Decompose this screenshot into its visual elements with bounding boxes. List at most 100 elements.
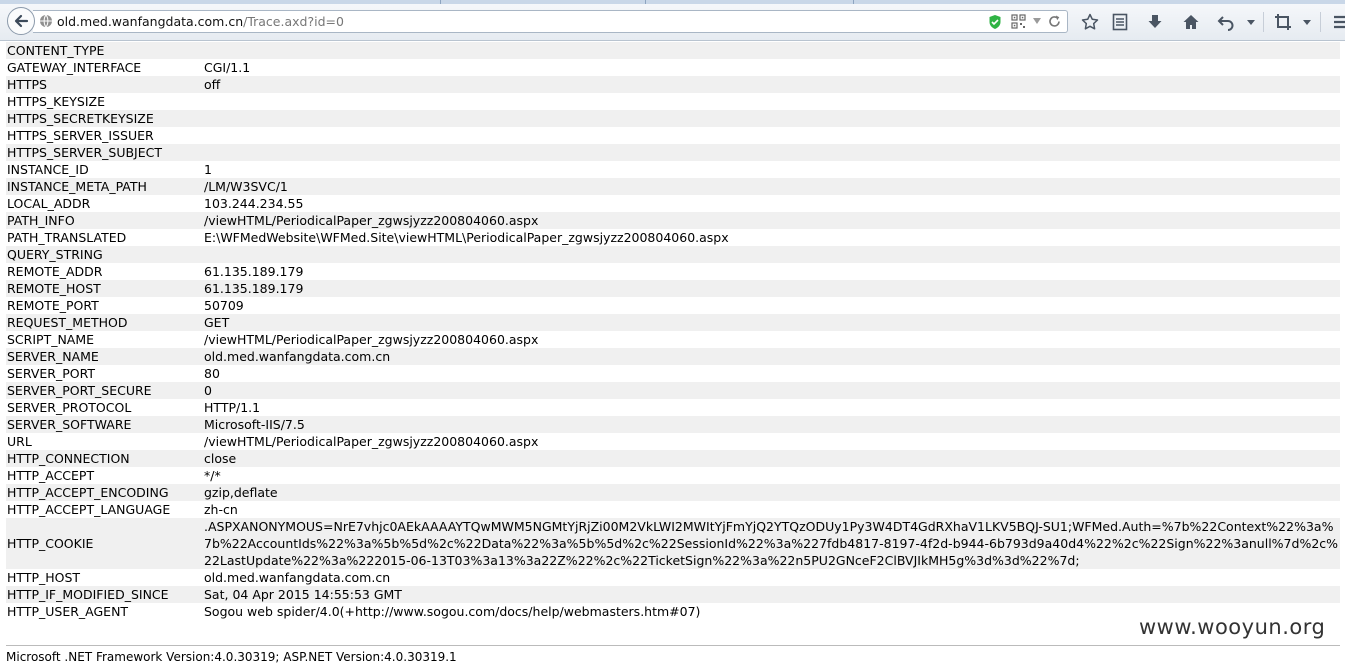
variable-value: 80 (204, 366, 220, 381)
variable-value: Sat, 04 Apr 2015 14:55:53 GMT (203, 586, 1340, 603)
variable-name: REMOTE_HOST (6, 280, 203, 297)
variable-name: HTTP_USER_AGENT (7, 604, 129, 619)
undo-icon[interactable] (1217, 13, 1235, 31)
table-row: HTTPS_SERVER_SUBJECT (6, 144, 1340, 161)
table-row: LOCAL_ADDR 103.244.234.55 (6, 195, 1340, 212)
url-text[interactable]: old.med.wanfangdata.com.cn/Trace.axd?id=… (57, 14, 344, 29)
variable-name: REMOTE_PORT (7, 298, 99, 313)
home-icon[interactable] (1182, 13, 1200, 31)
table-row: HTTP_HOST old.med.wanfangdata.com.cn (6, 569, 1340, 586)
variable-name: CONTENT_TYPE (6, 42, 203, 59)
table-row: REQUEST_METHOD GET (6, 314, 1340, 331)
variable-name: PATH_TRANSLATED (7, 230, 127, 245)
variable-value: /viewHTML/PeriodicalPaper_zgwsjyzz200804… (203, 212, 1340, 229)
variable-name: REMOTE_ADDR (7, 264, 103, 279)
variable-value: Microsoft-IIS/7.5 (203, 416, 1340, 433)
table-row: HTTP_COOKIE .ASPXANONYMOUS=NrE7vhjc0AEkAA… (6, 518, 1340, 569)
variable-name: INSTANCE_ID (7, 162, 89, 177)
menu-icon[interactable] (1333, 13, 1345, 31)
back-arrow-icon (14, 14, 29, 28)
variable-value: GET (203, 314, 1340, 331)
server-variables-body: CONTENT_TYPE GATEWAY_INTERFACE CGI/1.1 HTTP… (6, 42, 1340, 620)
shield-icon[interactable] (988, 14, 1002, 30)
variable-name: SCRIPT_NAME (7, 332, 95, 347)
watermark-text: www.wooyun.org (1139, 615, 1326, 639)
chevron-down-icon[interactable] (1246, 19, 1256, 26)
variable-name: SERVER_SOFTWARE (6, 416, 203, 433)
variable-name: GATEWAY_INTERFACE (7, 60, 142, 75)
variable-name: HTTP_IF_MODIFIED_SINCE (6, 586, 203, 603)
variable-value (203, 110, 1340, 127)
table-row: HTTPS off (6, 76, 1340, 93)
variable-value: off (203, 76, 1340, 93)
variable-value: 50709 (204, 298, 244, 313)
variable-name: QUERY_STRING (6, 246, 203, 263)
server-variables-table: CONTENT_TYPE GATEWAY_INTERFACE CGI/1.1 HTTP… (6, 42, 1340, 620)
trace-content: CONTENT_TYPE GATEWAY_INTERFACE CGI/1.1 HTTP… (6, 42, 1340, 620)
navigation-toolbar: old.med.wanfangdata.com.cn/Trace.axd?id=… (0, 4, 1345, 41)
table-row: GATEWAY_INTERFACE CGI/1.1 (6, 59, 1340, 76)
table-row: HTTPS_SERVER_ISSUER (6, 127, 1340, 144)
table-row: SERVER_SOFTWARE Microsoft-IIS/7.5 (6, 416, 1340, 433)
table-row: HTTP_ACCEPT_ENCODING gzip,deflate (6, 484, 1340, 501)
reading-list-icon[interactable] (1112, 13, 1128, 31)
table-row: HTTP_IF_MODIFIED_SINCE Sat, 04 Apr 2015 1… (6, 586, 1340, 603)
table-row: HTTPS_SECRETKEYSIZE (6, 110, 1340, 127)
variable-name: HTTP_CONNECTION (6, 450, 203, 467)
variable-name: HTTP_COOKIE (6, 518, 203, 569)
table-row: REMOTE_PORT 50709 (6, 297, 1340, 314)
variable-name: HTTPS_SERVER_SUBJECT (6, 144, 203, 161)
variable-name: REQUEST_METHOD (6, 314, 203, 331)
variable-name: HTTP_HOST (7, 570, 81, 585)
crop-screenshot-icon[interactable] (1274, 13, 1292, 31)
variable-value: 0 (203, 382, 1340, 399)
table-row: REMOTE_ADDR 61.135.189.179 (6, 263, 1340, 280)
variable-value: .ASPXANONYMOUS=NrE7vhjc0AEkAAAAYTQwMWM5N… (203, 518, 1340, 569)
table-row: SERVER_PROTOCOL HTTP/1.1 (6, 399, 1340, 416)
variable-name: HTTP_ACCEPT_ENCODING (6, 484, 203, 501)
bookmark-star-icon[interactable] (1081, 13, 1099, 31)
variable-value: CGI/1.1 (204, 60, 251, 75)
table-row: REMOTE_HOST 61.135.189.179 (6, 280, 1340, 297)
variable-name: SERVER_NAME (6, 348, 203, 365)
variable-value: old.med.wanfangdata.com.cn (204, 570, 391, 585)
variable-value: 1 (204, 162, 212, 177)
variable-name: SERVER_PROTOCOL (7, 400, 132, 415)
variable-name: HTTPS_SERVER_ISSUER (7, 128, 154, 143)
chevron-down-icon[interactable] (1302, 19, 1312, 26)
toolbar-separator (1263, 12, 1264, 32)
download-icon[interactable] (1146, 13, 1164, 31)
variable-value: gzip,deflate (203, 484, 1340, 501)
variable-name: URL (7, 434, 32, 449)
table-row: PATH_TRANSLATED E:\WFMedWebsite\WFMed.Sit… (6, 229, 1340, 246)
variable-value (203, 144, 1340, 161)
table-row: SERVER_NAME old.med.wanfangdata.com.cn (6, 348, 1340, 365)
table-row: SERVER_PORT 80 (6, 365, 1340, 382)
variable-value (203, 246, 1340, 263)
table-row: URL/viewHTML/PeriodicalPaper_zgwsjyzz200… (6, 433, 1340, 450)
variable-value: HTTP/1.1 (204, 400, 261, 415)
table-row: SERVER_PORT_SECURE 0 (6, 382, 1340, 399)
globe-icon (40, 14, 52, 28)
variable-value: 103.244.234.55 (204, 196, 304, 211)
table-row: HTTPS_KEYSIZE (6, 93, 1340, 110)
variable-name: SERVER_PORT_SECURE (6, 382, 203, 399)
variable-value: /viewHTML/PeriodicalPaper_zgwsjyzz200804… (204, 434, 539, 449)
variable-value: 61.135.189.179 (204, 264, 304, 279)
variable-value: old.med.wanfangdata.com.cn (203, 348, 1340, 365)
variable-value: /LM/W3SVC/1 (203, 178, 1340, 195)
back-button[interactable] (7, 7, 35, 35)
variable-value (203, 93, 1340, 110)
reload-icon[interactable] (1047, 14, 1062, 29)
variable-name: PATH_INFO (6, 212, 203, 229)
dropdown-arrow-icon[interactable] (1032, 17, 1042, 25)
url-bar[interactable]: old.med.wanfangdata.com.cn/Trace.axd?id=… (33, 10, 1068, 33)
variable-name: LOCAL_ADDR (7, 196, 91, 211)
variable-name: SERVER_PORT (7, 366, 96, 381)
variable-value: 61.135.189.179 (203, 280, 1340, 297)
qr-code-icon[interactable] (1011, 14, 1026, 29)
variable-name: HTTPS_KEYSIZE (7, 94, 105, 109)
variable-value: E:\WFMedWebsite\WFMed.Site\viewHTML\Peri… (204, 230, 729, 245)
table-row: HTTP_CONNECTION close (6, 450, 1340, 467)
footer-divider (6, 645, 1340, 646)
